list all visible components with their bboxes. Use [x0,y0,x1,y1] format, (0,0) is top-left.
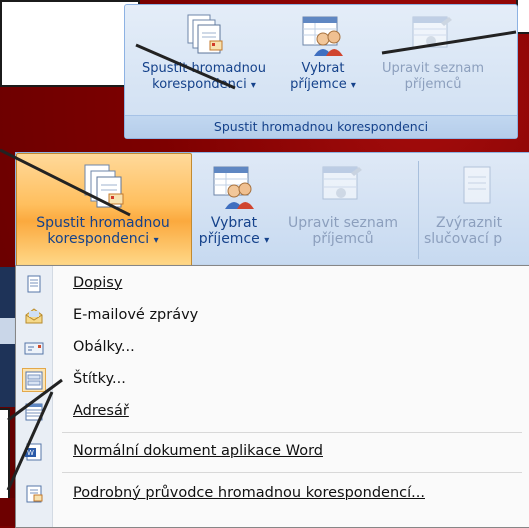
menu-item-letters-label: Dopisy [73,275,123,291]
group-label: Spustit hromadnou korespondenci [125,115,517,138]
start-mail-merge-label-2: korespondenci [47,231,150,247]
menu-item-email-messages[interactable]: E-mailové zprávy [16,300,529,332]
highlight-fields-icon [458,163,494,211]
start-mail-merge-label-1: Spustit hromadnou [36,215,170,231]
underlying-window-edge-light [0,318,15,344]
menu-item-normal-word-document[interactable]: W Normální dokument aplikace Word [16,436,529,468]
recipients-icon [212,163,256,211]
select-recipients-label-2-row: příjemce ▾ [196,231,272,249]
select-recipients-label-1: Vybrat [301,61,345,76]
start-mail-merge-label-1: Spustit hromadnou [141,61,267,76]
svg-text:W: W [27,449,34,457]
word-document-icon: W [24,443,44,461]
start-mail-merge-label-2-row: korespondenci ▾ [16,231,190,249]
select-recipients-label-2: příjemce [198,231,260,247]
wizard-icon [24,485,44,503]
highlight-merge-fields-label-1: Zvýraznit [436,215,503,231]
select-recipients-label-2-row: příjemce ▾ [283,77,363,94]
menu-item-mail-merge-wizard[interactable]: Podrobný průvodce hromadnou korespondenc… [16,478,529,510]
callout-box-bottom-left [0,408,10,502]
start-mail-merge-label-2: korespondenci [152,77,247,92]
mail-merge-documents-icon [184,13,224,57]
select-recipients-label-1: Vybrat [210,215,258,231]
start-mail-merge-button-content[interactable]: Spustit hromadnou korespondenci ▾ [16,163,190,249]
chevron-down-icon: ▾ [264,235,270,246]
chevron-down-icon: ▾ [350,80,356,91]
recipients-icon [301,13,345,57]
envelope-icon [24,339,44,357]
menu-item-mail-merge-wizard-label: Podrobný průvodce hromadnou korespondenc… [73,485,425,501]
select-recipients-button[interactable]: Vybrat příjemce ▾ [283,13,363,94]
ribbon-separator [418,161,419,259]
select-recipients-button[interactable]: Vybrat příjemce ▾ [196,163,272,249]
menu-separator [62,432,522,433]
directory-icon [24,403,44,421]
menu-item-letters[interactable]: Dopisy [16,268,529,300]
edit-recipient-list-label-2: příjemců [404,77,462,92]
menu-item-envelopes-label: Obálky... [73,339,135,355]
document-icon [24,275,44,293]
menu-item-labels-label: Štítky... [73,371,126,387]
menu-item-email-messages-label: E-mailové zprávy [73,307,199,323]
menu-item-normal-word-document-label: Normální dokument aplikace Word [73,443,323,459]
start-mail-merge-menu: Dopisy E-mailové zprávy Obálky... Štítky… [15,265,529,528]
menu-separator [62,472,522,473]
menu-item-directory-label: Adresář [73,403,129,419]
mail-merge-documents-icon [81,163,125,211]
edit-list-icon [321,163,365,211]
edit-recipient-list-button[interactable]: Upravit seznam příjemců [278,163,408,247]
edit-recipient-list-label-1: Upravit seznam [381,61,485,76]
menu-item-directory[interactable]: Adresář [16,396,529,428]
menu-item-envelopes[interactable]: Obálky... [16,332,529,364]
start-mail-merge-button[interactable]: Spustit hromadnou korespondenci ▾ [129,13,279,94]
start-mail-merge-label-2-row: korespondenci ▾ [129,77,279,94]
highlight-merge-fields-button[interactable]: Zvýraznit slučovací p [424,163,529,247]
ribbon-second: Spustit hromadnou korespondenci ▾ Vybrat… [15,152,529,268]
labels-icon [22,368,46,392]
menu-item-labels[interactable]: Štítky... [16,364,529,396]
select-recipients-label-2: příjemce [290,77,347,92]
envelope-open-icon [24,307,44,325]
ribbon-group-start-mail-merge: Spustit hromadnou korespondenci ▾ Vybrat… [124,4,518,139]
edit-list-icon [411,13,455,57]
edit-recipient-list-button[interactable]: Upravit seznam příjemců [373,13,493,93]
edit-recipient-list-label-2: příjemců [312,231,374,247]
highlight-merge-fields-label-2: slučovací p [424,231,503,247]
callout-box-top-left [0,0,140,87]
chevron-down-icon: ▾ [153,235,159,246]
background-edge [0,498,15,526]
chevron-down-icon: ▾ [250,80,256,91]
edit-recipient-list-label-1: Upravit seznam [288,215,398,231]
